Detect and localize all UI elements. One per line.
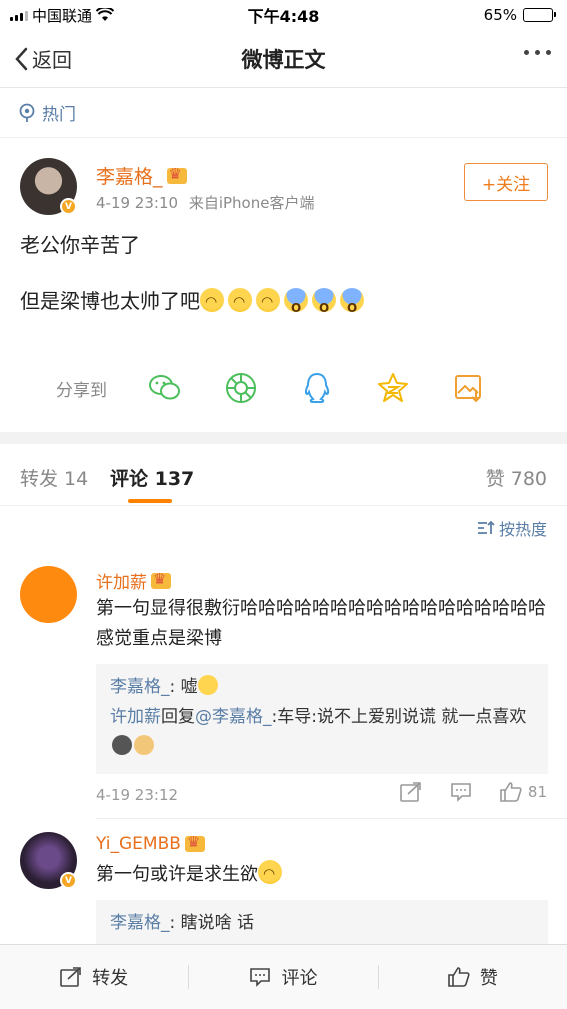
nav-bar: 返回 微博正文: [0, 30, 567, 88]
reply-text: : 嘘: [169, 677, 198, 697]
comment-icon: [451, 783, 471, 802]
comment-time: 4-19 23:12: [96, 786, 179, 804]
repost-label: 转发: [92, 968, 129, 989]
comment-text-content: 第一句或许是求生欲: [96, 864, 258, 885]
scream-face-icon: [284, 288, 308, 323]
sort-label: 按热度: [498, 520, 547, 539]
thumbs-up-icon: [448, 967, 470, 987]
husky-emoji-icon: [112, 735, 132, 755]
reply-author[interactable]: 李嘉格_: [110, 677, 170, 697]
tab-comment[interactable]: 评论 137: [110, 464, 194, 491]
reply-line: 许加薪回复@李嘉格_:车导:说不上爱别说谎 就一点喜欢: [110, 702, 534, 762]
author-name-text: 李嘉格_: [96, 166, 163, 188]
reply-box[interactable]: 李嘉格_: 嘘 许加薪回复@李嘉格_:车导:说不上爱别说谎 就一点喜欢: [96, 664, 548, 774]
wifi-icon: [96, 8, 115, 21]
comment-actions: 81: [400, 782, 547, 802]
location-pin-icon: [19, 103, 35, 122]
upside-down-face-icon: [228, 288, 252, 312]
verified-badge-icon: V: [60, 198, 77, 215]
carrier-label: 中国联通: [32, 6, 93, 25]
signal-icon: [10, 9, 28, 21]
more-button[interactable]: [524, 50, 551, 55]
sort-button[interactable]: 按热度: [477, 516, 547, 540]
tab-repost[interactable]: 转发 14: [20, 464, 88, 491]
comment-button[interactable]: 评论: [189, 964, 377, 990]
hot-label: 热门: [42, 105, 76, 125]
section-divider: [0, 432, 567, 444]
upside-down-face-icon: [200, 288, 224, 312]
hot-link[interactable]: 热门: [0, 88, 567, 138]
reply-line: 李嘉格_: 瞎说啥 话: [110, 908, 534, 938]
scream-face-icon: [340, 288, 364, 323]
doge-emoji-icon: [134, 735, 154, 755]
share-row: 分享到: [0, 360, 567, 416]
vip-crown-icon: [184, 833, 205, 852]
comment-icon: [250, 968, 271, 987]
like-label: 赞: [479, 968, 498, 989]
reply-text: : 瞎说啥 话: [169, 913, 255, 933]
bottom-action-bar: 转发 评论 赞: [0, 944, 567, 1009]
save-image-icon[interactable]: [452, 371, 486, 405]
commenter-name-text: Yi_GEMBB: [96, 834, 181, 854]
follow-button[interactable]: +关注: [464, 163, 548, 201]
upside-down-face-icon: [256, 288, 280, 312]
like-count: 81: [527, 783, 547, 801]
reply-box[interactable]: 李嘉格_: 瞎说啥 话: [96, 900, 548, 944]
repost-button[interactable]: 转发: [0, 964, 188, 990]
vip-crown-icon: [166, 165, 187, 184]
share-icon: [60, 967, 81, 987]
page-title: 微博正文: [241, 47, 326, 72]
post-body: 老公你辛苦了 但是梁博也太帅了吧: [20, 230, 550, 342]
scream-face-icon: [312, 288, 336, 323]
thumbs-up-icon: [500, 782, 522, 802]
reply-author[interactable]: 李嘉格_: [110, 913, 170, 933]
share-icon: [400, 782, 421, 802]
vip-crown-icon: [151, 570, 171, 589]
like-button[interactable]: 赞: [379, 964, 567, 990]
repost-comment-button[interactable]: [400, 782, 422, 802]
comment-text: 第一句或许是求生欲: [96, 860, 551, 890]
verified-badge-icon: V: [60, 872, 77, 889]
qq-share-icon[interactable]: [300, 371, 334, 405]
back-label: 返回: [32, 48, 72, 72]
tab-bar: 转发 14 评论 137 赞 780: [0, 444, 567, 506]
share-label: 分享到: [56, 380, 107, 401]
divider: [96, 818, 567, 819]
sort-icon: [477, 520, 495, 534]
battery-percent: 65%: [483, 6, 517, 24]
reply-line: 李嘉格_: 嘘: [110, 672, 534, 702]
shush-face-icon: [197, 675, 218, 695]
post-meta: 4-19 23:10 来自iPhone客户端: [96, 192, 314, 213]
commenter-name[interactable]: Yi_GEMBB: [96, 833, 205, 854]
post-source: 来自iPhone客户端: [188, 194, 315, 212]
post-line-2-text: 但是梁博也太帅了吧: [20, 289, 200, 313]
comment-text: 第一句显得很敷衍哈哈哈哈哈哈哈哈哈哈哈哈哈哈哈哈哈 感觉重点是梁博: [96, 598, 546, 649]
commenter-name[interactable]: 许加薪: [96, 568, 171, 593]
reply-text: :车导:说不上爱别说谎 就一点喜欢: [271, 707, 527, 727]
tab-like[interactable]: 赞 780: [486, 464, 547, 491]
comment-label: 评论: [281, 968, 318, 989]
reply-comment-button[interactable]: [450, 782, 472, 802]
battery-icon: [523, 8, 556, 22]
author-name[interactable]: 李嘉格_: [96, 162, 187, 189]
commenter-name-text: 许加薪: [96, 573, 147, 593]
post-line-2: 但是梁博也太帅了吧: [20, 286, 550, 323]
active-tab-indicator: [128, 499, 172, 503]
commenter-avatar[interactable]: [20, 566, 77, 623]
reply-verb: 回复: [161, 707, 195, 727]
qzone-share-icon[interactable]: [376, 371, 410, 405]
wechat-share-icon[interactable]: [148, 371, 182, 405]
moments-share-icon[interactable]: [224, 371, 258, 405]
back-button[interactable]: 返回: [0, 44, 72, 73]
status-bar: 中国联通 下午4:48 65%: [0, 0, 567, 30]
reply-author[interactable]: 许加薪: [110, 707, 161, 727]
chevron-left-icon: [15, 47, 28, 70]
upside-down-face-icon: [258, 860, 282, 884]
like-comment-button[interactable]: 81: [500, 782, 547, 802]
post-time: 4-19 23:10: [96, 194, 179, 212]
reply-mention[interactable]: @李嘉格_: [195, 707, 272, 727]
post-line-1: 老公你辛苦了: [20, 233, 140, 257]
